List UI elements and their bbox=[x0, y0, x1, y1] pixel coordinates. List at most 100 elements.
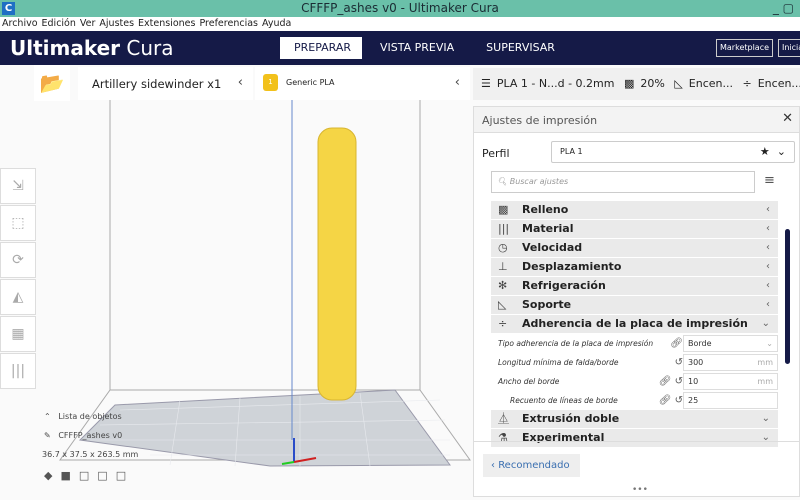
menu-ver[interactable]: Ver bbox=[80, 18, 96, 29]
infill-icon: ▩ bbox=[623, 77, 635, 90]
view-front-icon[interactable]: ■ bbox=[60, 469, 78, 482]
setting-row: Tipo adherencia de la placa de impresión… bbox=[491, 334, 778, 353]
chevron-left-icon: ‹ bbox=[766, 280, 770, 291]
menu-edicion[interactable]: Edición bbox=[42, 18, 76, 29]
chevron-up-icon: ⌃ bbox=[44, 412, 51, 421]
brand-logo: Ultimaker Cura bbox=[10, 36, 174, 60]
category-material[interactable]: ||| Material ‹ bbox=[491, 220, 778, 238]
setting-row: Recuento de líneas de borde 🔗︎ ↺ 25 bbox=[491, 391, 778, 410]
category-refrigeracion[interactable]: ✻ Refrigeración ‹ bbox=[491, 277, 778, 295]
tab-vista-previa[interactable]: VISTA PREVIA bbox=[366, 37, 468, 59]
signin-button[interactable]: Iniciar bbox=[778, 39, 800, 57]
printer-selector[interactable]: Artillery sidewinder x1 ‹ bbox=[78, 67, 253, 100]
folder-icon: 📂 bbox=[39, 71, 65, 95]
adhesion-type-select[interactable]: Borde ⌄ bbox=[683, 335, 778, 352]
window-controls[interactable]: _ ▢ bbox=[773, 0, 794, 17]
menu-extensiones[interactable]: Extensiones bbox=[138, 18, 195, 29]
profile-select[interactable]: PLA 1 ★ ⌄ bbox=[551, 141, 795, 163]
reset-icon[interactable]: ↺ bbox=[675, 376, 683, 387]
view-left-icon[interactable]: □ bbox=[97, 469, 115, 482]
menu-bar: Archivo Edición Ver Ajustes Extensiones Prefe… bbox=[0, 17, 800, 31]
skirt-brim-min-length-input[interactable]: 300 mm bbox=[683, 354, 778, 371]
menu-archivo[interactable]: Archivo bbox=[2, 18, 38, 29]
chevron-down-icon: ⌄ bbox=[766, 339, 773, 348]
dual-extrusion-icon: ⏅ bbox=[498, 412, 509, 425]
printer-name: Artillery sidewinder x1 bbox=[92, 77, 222, 91]
category-velocidad[interactable]: ◷ Velocidad ‹ bbox=[491, 239, 778, 257]
settings-scrollbar[interactable] bbox=[785, 229, 790, 364]
menu-icon[interactable]: ≡ bbox=[764, 173, 775, 188]
menu-ajustes[interactable]: Ajustes bbox=[99, 18, 134, 29]
app-header: Ultimaker Cura PREPARAR VISTA PREVIA SUP… bbox=[0, 31, 800, 65]
tab-preparar[interactable]: PREPARAR bbox=[280, 37, 362, 59]
pencil-icon[interactable]: ✎ bbox=[44, 431, 51, 440]
material-selector[interactable]: 1 Generic PLA ‹ bbox=[255, 67, 470, 100]
chevron-down-icon: ⌄ bbox=[761, 413, 770, 424]
search-icon: 🔍︎ bbox=[497, 177, 508, 186]
view-top-icon[interactable]: □ bbox=[79, 469, 97, 482]
setting-row: Ancho del borde 🔗︎ ↺ 10 mm bbox=[491, 372, 778, 391]
open-file-button[interactable]: 📂 bbox=[34, 65, 70, 101]
category-soporte[interactable]: ◺ Soporte ‹ bbox=[491, 296, 778, 314]
support-summary: Encen... bbox=[688, 77, 733, 90]
adhesion-icon: ÷ bbox=[742, 77, 752, 90]
material-icon: ||| bbox=[498, 222, 510, 235]
object-name: CFFFP_ashes v0 bbox=[58, 431, 123, 440]
chevron-left-icon: ‹ bbox=[766, 261, 770, 272]
link-icon[interactable]: 🔗︎ bbox=[659, 395, 672, 406]
adhesion-summary: Encen... bbox=[757, 77, 800, 90]
move-tool-button[interactable]: ⇲ bbox=[0, 168, 36, 204]
recommended-button[interactable]: ‹ Recomendado bbox=[483, 454, 580, 477]
speed-icon: ◷ bbox=[498, 241, 508, 254]
mirror-tool-button[interactable]: ◭ bbox=[0, 279, 36, 315]
rotate-tool-button[interactable]: ⟳ bbox=[0, 242, 36, 278]
profile-summary: PLA 1 - N...d - 0.2mm bbox=[496, 77, 615, 90]
material-name: Generic PLA bbox=[286, 78, 335, 87]
support-icon: ◺ bbox=[498, 298, 507, 311]
profile-value: PLA 1 bbox=[560, 147, 583, 156]
view-3d-icon[interactable]: ◆ bbox=[44, 469, 60, 482]
close-icon[interactable]: ✕ bbox=[782, 111, 793, 126]
category-desplazamiento[interactable]: ⊥ Desplazamiento ‹ bbox=[491, 258, 778, 276]
brim-line-count-input[interactable]: 25 bbox=[683, 392, 778, 409]
menu-ayuda[interactable]: Ayuda bbox=[262, 18, 291, 29]
chevron-left-icon: ‹ bbox=[766, 299, 770, 310]
travel-icon: ⊥ bbox=[498, 260, 508, 273]
chevron-left-icon: ‹ bbox=[766, 242, 770, 253]
infill-icon: ▩ bbox=[498, 203, 509, 216]
category-adherencia[interactable]: ÷ Adherencia de la placa de impresión ⌄ bbox=[491, 315, 778, 333]
reset-icon[interactable]: ↺ bbox=[675, 395, 683, 406]
window-title: CFFFP_ashes v0 - Ultimaker Cura bbox=[301, 1, 499, 15]
panel-title: Ajustes de impresión bbox=[482, 114, 598, 127]
category-relleno[interactable]: ▩ Relleno ‹ bbox=[491, 201, 778, 219]
resize-handle[interactable]: ••• bbox=[632, 485, 648, 495]
model-cylinder bbox=[317, 127, 357, 401]
title-bar: C CFFFP_ashes v0 - Ultimaker Cura _ ▢ bbox=[0, 0, 800, 17]
link-icon[interactable]: 🔗︎ bbox=[659, 376, 672, 387]
object-dimensions: 36.7 x 37.5 x 263.5 mm bbox=[42, 450, 139, 459]
view-right-icon[interactable]: □ bbox=[116, 469, 134, 482]
print-settings-summary[interactable]: ☰ PLA 1 - N...d - 0.2mm ▩ 20% ◺ Encen... ÷ E… bbox=[473, 68, 800, 100]
marketplace-button[interactable]: Marketplace bbox=[716, 39, 774, 57]
tab-supervisar[interactable]: SUPERVISAR bbox=[472, 37, 569, 59]
object-list-toggle[interactable]: ⌃ Lista de objetos bbox=[44, 412, 138, 421]
reset-icon[interactable]: ↺ bbox=[675, 357, 683, 368]
star-icon[interactable]: ★ bbox=[760, 145, 770, 158]
support-blocker-button[interactable]: ||| bbox=[0, 353, 36, 389]
menu-preferencias[interactable]: Preferencias bbox=[199, 18, 258, 29]
infill-summary: 20% bbox=[640, 77, 665, 90]
chevron-down-icon: ⌄ bbox=[761, 318, 770, 329]
category-extrusion-doble[interactable]: ⏅ Extrusión doble ⌄ bbox=[491, 410, 778, 428]
fan-icon: ✻ bbox=[498, 279, 508, 292]
link-icon[interactable]: 🔗︎ bbox=[670, 338, 683, 349]
brim-width-input[interactable]: 10 mm bbox=[683, 373, 778, 390]
chevron-left-icon: ‹ bbox=[237, 75, 243, 90]
per-model-settings-button[interactable]: ▦ bbox=[0, 316, 36, 352]
scale-tool-button[interactable]: ⬚ bbox=[0, 205, 36, 241]
search-settings-input[interactable]: 🔍︎ Buscar ajustes bbox=[491, 171, 755, 193]
support-icon: ◺ bbox=[674, 77, 683, 90]
object-list-label: Lista de objetos bbox=[58, 412, 122, 421]
profile-label: Perfil bbox=[482, 147, 510, 160]
chevron-left-icon: ‹ bbox=[766, 204, 770, 215]
profile-icon: ☰ bbox=[481, 77, 491, 90]
